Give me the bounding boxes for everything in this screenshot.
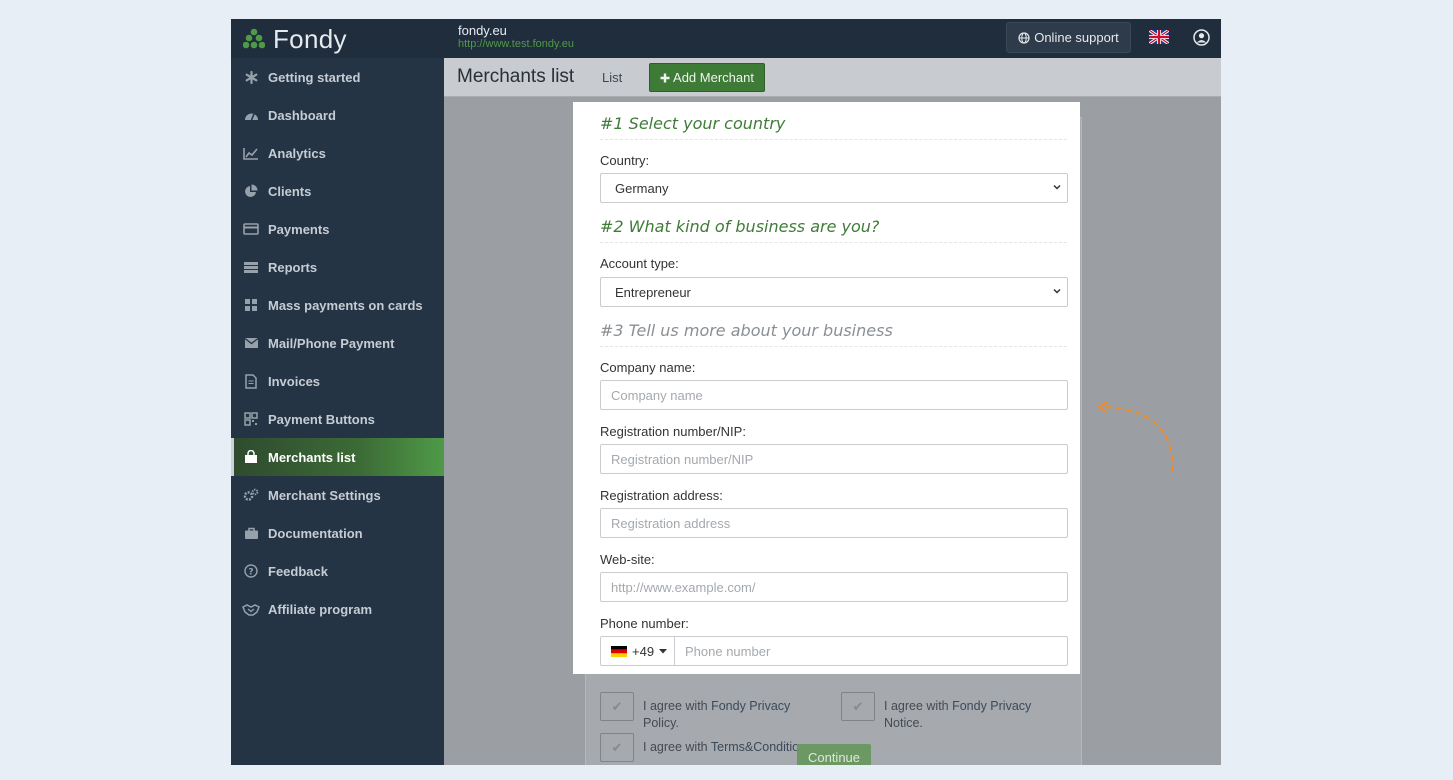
site-info: fondy.eu http://www.test.fondy.eu — [458, 23, 574, 51]
pie-chart-icon — [242, 182, 260, 200]
sidebar-item-affiliate-program[interactable]: Affiliate program — [231, 590, 444, 628]
add-merchant-label: Add Merchant — [673, 70, 754, 85]
handshake-icon — [242, 600, 260, 618]
online-support-label: Online support — [1034, 30, 1119, 45]
line-chart-icon — [242, 144, 260, 162]
phone-country-code-select[interactable]: +49 — [600, 636, 675, 666]
sidebar-item-payment-buttons[interactable]: Payment Buttons — [231, 400, 444, 438]
website-input[interactable]: http://www.example.com/ — [600, 572, 1068, 602]
country-select[interactable]: Germany — [600, 173, 1068, 203]
question-circle-icon: ? — [242, 562, 260, 580]
svg-text:?: ? — [248, 568, 253, 578]
account-type-label: Account type: — [600, 256, 679, 271]
sidebar-item-getting-started[interactable]: Getting started — [231, 58, 444, 96]
tab-list[interactable]: List — [602, 70, 622, 85]
account-type-select[interactable]: Entrepreneur — [600, 277, 1068, 307]
registration-address-input[interactable]: Registration address — [600, 508, 1068, 538]
chevron-down-icon — [1053, 184, 1061, 190]
privacy-notice-link[interactable]: Fondy Privacy — [952, 699, 1031, 713]
phone-number-input[interactable]: Phone number — [674, 636, 1068, 666]
site-name: fondy.eu — [458, 23, 507, 38]
logo[interactable]: Fondy — [243, 23, 347, 54]
phone-label: Phone number: — [600, 616, 689, 631]
terms-checkbox[interactable]: ✔ — [600, 733, 634, 762]
sidebar-item-clients[interactable]: Clients — [231, 172, 444, 210]
privacy-policy-checkbox[interactable]: ✔ — [600, 692, 634, 721]
sidebar-item-payments[interactable]: Payments — [231, 210, 444, 248]
annotation-arrow-icon — [1097, 401, 1174, 472]
qr-code-icon — [242, 410, 260, 428]
registration-address-label: Registration address: — [600, 488, 723, 503]
check-icon: ✔ — [852, 698, 864, 714]
envelope-icon — [242, 334, 260, 352]
sidebar-item-analytics[interactable]: Analytics — [231, 134, 444, 172]
merchant-form-modal: #1 Select your country Country: Germany … — [573, 102, 1080, 674]
gears-icon — [242, 486, 260, 504]
online-support-button[interactable]: Online support — [1006, 22, 1131, 53]
continue-button[interactable]: Continue — [797, 744, 871, 765]
globe-icon — [1018, 31, 1030, 44]
sidebar-item-merchant-settings[interactable]: Merchant Settings — [231, 476, 444, 514]
server-icon — [242, 258, 260, 276]
fondy-logo-icon — [243, 28, 265, 49]
company-name-input[interactable]: Company name — [600, 380, 1068, 410]
website-label: Web-site: — [600, 552, 655, 567]
account-type-value: Entrepreneur — [615, 284, 691, 300]
country-value: Germany — [615, 180, 669, 196]
page-title: Merchants list — [457, 66, 575, 87]
check-icon: ✔ — [611, 698, 623, 714]
sidebar-item-mail-phone-payment[interactable]: Mail/Phone Payment — [231, 324, 444, 362]
privacy-notice-checkbox[interactable]: ✔ — [841, 692, 875, 721]
sidebar-item-invoices[interactable]: Invoices — [231, 362, 444, 400]
briefcase-icon — [242, 524, 260, 542]
sidebar-item-mass-payments[interactable]: Mass payments on cards — [231, 286, 444, 324]
chevron-down-icon — [1053, 288, 1061, 294]
sidebar-item-feedback[interactable]: ? Feedback — [231, 552, 444, 590]
country-label: Country: — [600, 153, 650, 168]
sidebar-item-merchants-list[interactable]: Merchants list — [231, 438, 444, 476]
check-icon: ✔ — [611, 739, 623, 755]
sidebar-item-documentation[interactable]: Documentation — [231, 514, 444, 552]
grid-icon — [242, 296, 260, 314]
add-merchant-button[interactable]: Add Merchant — [649, 63, 765, 92]
company-name-label: Company name: — [600, 360, 696, 375]
registration-number-label: Registration number/NIP: — [600, 424, 746, 439]
section-select-country: #1 Select your country — [600, 114, 1067, 140]
sidebar-item-reports[interactable]: Reports — [231, 248, 444, 286]
file-icon — [242, 372, 260, 390]
logo-text: Fondy — [273, 23, 347, 54]
privacy-notice-agreement: I agree with Fondy Privacy Notice. — [884, 699, 1032, 730]
sidebar: Getting started Dashboard Analytics Clie… — [231, 58, 444, 765]
shopping-bag-icon — [242, 448, 260, 466]
phone-prefix-value: +49 — [632, 643, 655, 659]
registration-number-input[interactable]: Registration number/NIP — [600, 444, 1068, 474]
uk-flag-icon[interactable] — [1149, 30, 1169, 44]
site-url[interactable]: http://www.test.fondy.eu — [458, 38, 574, 50]
privacy-policy-agreement: I agree with Fondy Privacy Policy. — [643, 699, 791, 730]
top-bar: Fondy fondy.eu http://www.test.fondy.eu … — [231, 19, 1221, 58]
section-business-details: #3 Tell us more about your business — [600, 321, 1067, 347]
section-business-kind: #2 What kind of business are you? — [600, 217, 1067, 243]
sidebar-item-dashboard[interactable]: Dashboard — [231, 96, 444, 134]
page-header: Merchants list List Add Merchant — [444, 58, 1221, 97]
caret-down-icon — [659, 648, 668, 653]
asterisk-icon — [242, 68, 260, 86]
plus-icon — [660, 73, 670, 82]
user-account-icon[interactable] — [1193, 29, 1210, 46]
privacy-policy-link[interactable]: Fondy Privacy — [711, 699, 790, 713]
dashboard-icon — [242, 106, 260, 124]
germany-flag-icon — [611, 645, 627, 657]
terms-agreement: I agree with Terms&Conditions. — [643, 740, 816, 754]
credit-card-icon — [242, 220, 260, 238]
